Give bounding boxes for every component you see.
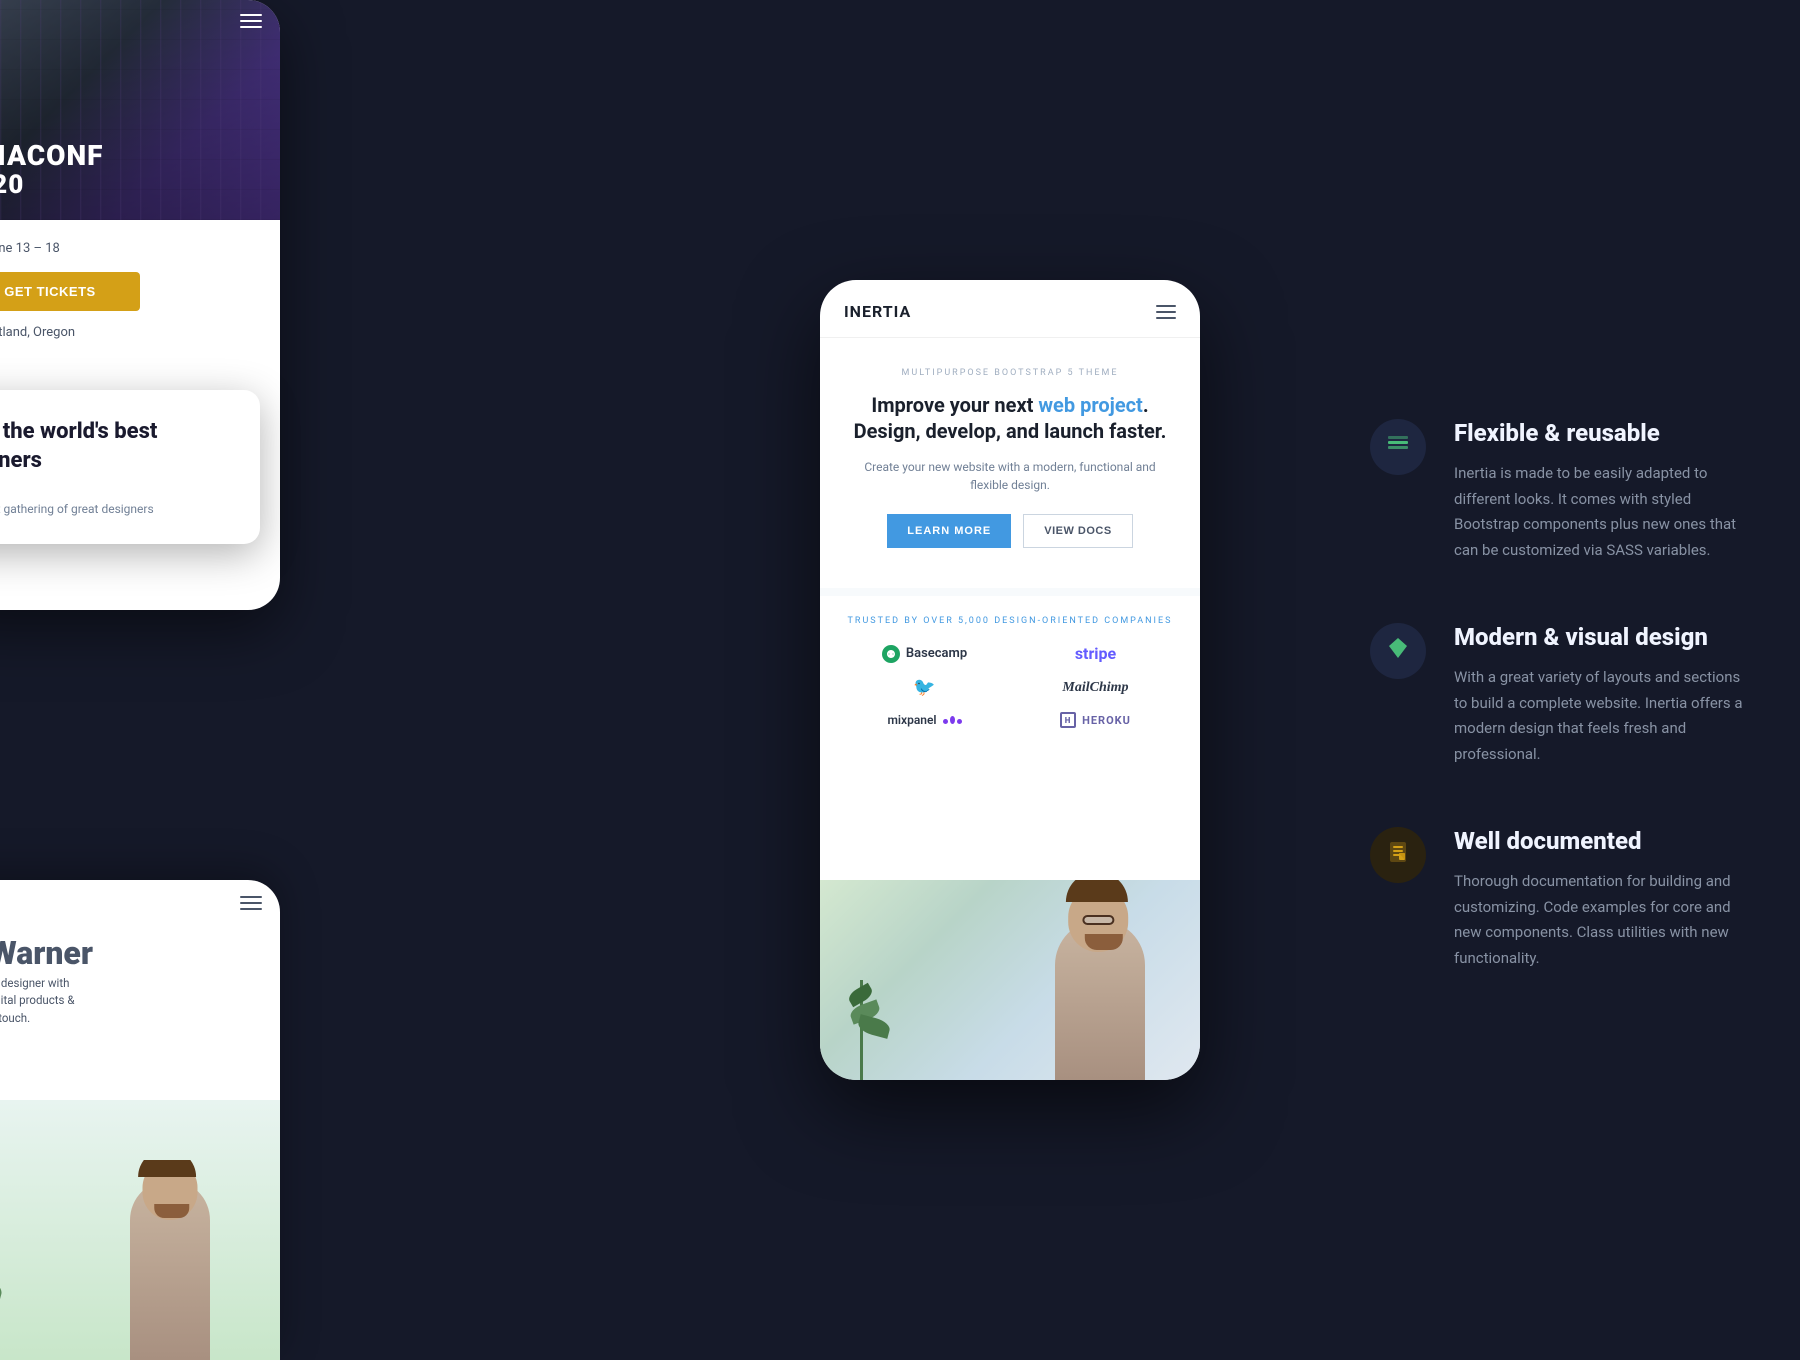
- portfolio-hero-image: [0, 1100, 280, 1360]
- company-logos-grid: Basecamp stripe 🐦 MailChimp mixpanel: [844, 644, 1176, 728]
- inertia-subheadline: Create your new website with a modern, f…: [844, 458, 1176, 494]
- heroku-icon: H: [1060, 712, 1076, 728]
- twitter-bird-icon: 🐦: [913, 677, 935, 698]
- mixpanel-icon: [943, 716, 962, 724]
- inertia-header: INERTIA: [820, 280, 1200, 338]
- feature-icon-wrap-modern: [1370, 623, 1426, 679]
- portfolio-nav: [0, 880, 280, 926]
- get-tickets-button[interactable]: GET TICKETS: [0, 272, 140, 311]
- feature-icon-wrap-documented: [1370, 827, 1426, 883]
- mailchimp-logo: MailChimp: [1015, 677, 1176, 698]
- document-icon: [1385, 839, 1411, 871]
- conference-title: RTIACONF 2020: [0, 141, 103, 200]
- conference-content: June 13 – 18 GET TICKETS Portland, Orego…: [0, 220, 280, 360]
- heroku-logo: H HEROKU: [1015, 712, 1176, 728]
- inertia-cta-buttons: LEARN MORE VIEW DOCS: [844, 514, 1176, 548]
- twitter-logo: 🐦: [844, 677, 1005, 698]
- portfolio-description: t-driven designer with ding digital prod…: [0, 975, 280, 1027]
- basecamp-icon: [882, 645, 900, 663]
- portfolio-name: rl Warner: [0, 926, 280, 975]
- feature-desc-modern: With a great variety of layouts and sect…: [1454, 665, 1750, 767]
- basecamp-logo: Basecamp: [844, 644, 1005, 663]
- inertia-hero-section: MULTIPURPOSE BOOTSTRAP 5 THEME Improve y…: [820, 338, 1200, 588]
- inertia-logo: INERTIA: [844, 302, 911, 321]
- designers-card-sub: the largest gathering of great designers: [0, 502, 236, 516]
- learn-more-button[interactable]: LEARN MORE: [887, 514, 1011, 548]
- portfolio-menu-icon[interactable]: [240, 896, 262, 910]
- feature-title-flexible: Flexible & reusable: [1454, 419, 1750, 447]
- feature-content-flexible: Flexible & reusable Inertia is made to b…: [1454, 419, 1750, 563]
- feature-content-documented: Well documented Thorough documentation f…: [1454, 827, 1750, 971]
- conference-date: June 13 – 18: [0, 240, 260, 256]
- phone-mockup-portfolio: rl Warner t-driven designer with ding di…: [0, 880, 280, 1360]
- right-panel: Flexible & reusable Inertia is made to b…: [1340, 0, 1800, 1360]
- feature-modern: Modern & visual design With a great vari…: [1370, 623, 1750, 767]
- feature-icon-wrap-flexible: [1370, 419, 1426, 475]
- inertia-trusted-section: TRUSTED BY OVER 5,000 DESIGN-ORIENTED CO…: [820, 596, 1200, 748]
- layers-icon: [1385, 431, 1411, 463]
- inertia-phone-mockup: INERTIA MULTIPURPOSE BOOTSTRAP 5 THEME I…: [820, 280, 1200, 1080]
- view-docs-button[interactable]: VIEW DOCS: [1023, 514, 1132, 548]
- center-panel: INERTIA MULTIPURPOSE BOOTSTRAP 5 THEME I…: [680, 0, 1340, 1360]
- inertia-section-divider: [820, 588, 1200, 596]
- stripe-logo: stripe: [1015, 644, 1176, 663]
- trusted-label: TRUSTED BY OVER 5,000 DESIGN-ORIENTED CO…: [844, 616, 1176, 626]
- designers-card-title: ed by the world's best designers: [0, 418, 236, 475]
- feature-content-modern: Modern & visual design With a great vari…: [1454, 623, 1750, 767]
- feature-desc-documented: Thorough documentation for building and …: [1454, 869, 1750, 971]
- left-panel: RTIACONF 2020 June 13 – 18 GET TICKETS P…: [0, 0, 680, 1360]
- feature-desc-flexible: Inertia is made to be easily adapted to …: [1454, 461, 1750, 563]
- inertia-badge: MULTIPURPOSE BOOTSTRAP 5 THEME: [844, 368, 1176, 378]
- designers-card: ed by the world's best designers the lar…: [0, 390, 260, 544]
- mixpanel-logo: mixpanel: [844, 712, 1005, 728]
- feature-documented: Well documented Thorough documentation f…: [1370, 827, 1750, 971]
- diamond-icon: [1385, 635, 1411, 667]
- inertia-headline: Improve your next web project. Design, d…: [844, 392, 1176, 444]
- inertia-phone-bottom-image: [820, 880, 1200, 1080]
- inertia-menu-icon[interactable]: [1156, 305, 1176, 319]
- feature-title-documented: Well documented: [1454, 827, 1750, 855]
- conference-hero-image: RTIACONF 2020: [0, 0, 280, 220]
- person-image: [1020, 885, 1180, 1080]
- conference-nav-icon[interactable]: [240, 14, 262, 28]
- feature-flexible: Flexible & reusable Inertia is made to b…: [1370, 419, 1750, 563]
- plant-decoration: [840, 920, 900, 1080]
- feature-title-modern: Modern & visual design: [1454, 623, 1750, 651]
- conference-location: Portland, Oregon: [0, 325, 260, 340]
